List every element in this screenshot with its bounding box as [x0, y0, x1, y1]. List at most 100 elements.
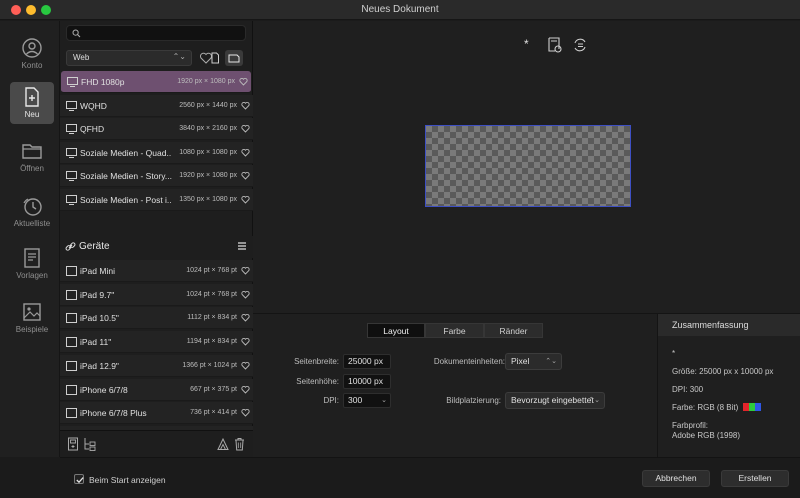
search-input[interactable]: [85, 27, 240, 39]
preset-row[interactable]: iPad 9.7" 1024 pt × 768 pt: [60, 283, 253, 306]
preset-row[interactable]: QFHD 3840 px × 2160 px: [60, 118, 253, 140]
tablet-icon: [66, 384, 77, 395]
new-document-icon: [25, 87, 39, 107]
monitor-icon: [67, 77, 78, 87]
preset-name: QFHD: [80, 124, 105, 134]
favorite-heart-icon[interactable]: [241, 361, 250, 370]
preset-panel: Web ⌃⌄ FHD 1080p 1920 px × 1080 px WQHD 256…: [60, 21, 253, 457]
favorite-heart-icon[interactable]: [239, 77, 248, 86]
favorite-heart-icon[interactable]: [241, 408, 250, 417]
bottom-bar: Beim Start anzeigen Abbrechen Erstellen: [60, 457, 800, 498]
favorite-heart-icon[interactable]: [241, 171, 250, 180]
preset-row[interactable]: Soziale Medien - Story... 1920 px × 1080 …: [60, 165, 253, 187]
preset-row[interactable]: FHD 1080p 1920 px × 1080 px: [61, 71, 251, 93]
summary-panel: Zusammenfassung * Größe: 25000 px x 1000…: [657, 313, 800, 457]
checkmark-icon: [76, 477, 84, 484]
rail-item-vorlagen[interactable]: Vorlagen: [10, 243, 54, 285]
edit-preset-icon[interactable]: [217, 437, 230, 451]
rail-label-neu: Neu: [24, 110, 40, 119]
favorite-heart-icon[interactable]: [241, 313, 250, 323]
preset-row[interactable]: Soziale Medien - Quad... 1080 px × 1080 p…: [60, 141, 253, 164]
blue-channel-swatch: [755, 403, 761, 411]
save-preset-icon[interactable]: [67, 437, 79, 451]
landscape-orientation-button[interactable]: [225, 50, 243, 66]
rail-item-neu[interactable]: Neu: [10, 82, 54, 124]
favorite-heart-icon[interactable]: [241, 266, 250, 275]
tab-layout[interactable]: Layout: [367, 323, 425, 338]
create-button[interactable]: Erstellen: [721, 470, 789, 487]
preset-size: 1366 pt × 1024 pt: [182, 361, 237, 369]
tab-raender[interactable]: Ränder: [484, 323, 543, 338]
document-units-select[interactable]: Pixel ⌃⌄: [505, 353, 562, 370]
document-settings: Layout Farbe Ränder Seitenbreite: 25000 …: [253, 313, 657, 457]
summary-marker: *: [672, 349, 676, 358]
preset-row[interactable]: iPad 10.5" 1112 pt × 834 pt: [60, 307, 253, 330]
preset-row[interactable]: iPad 11" 1194 pt × 834 pt: [60, 331, 253, 354]
summary-color: Farbe: RGB (8 Bit): [672, 403, 739, 412]
rail-item-oeffnen[interactable]: Öffnen: [10, 136, 54, 178]
updown-arrows-icon: ⌃⌄: [545, 358, 557, 365]
preset-size: 3840 px × 2160 px: [179, 125, 237, 132]
window-title: Neues Dokument: [361, 4, 439, 15]
trash-icon[interactable]: [234, 437, 245, 451]
updown-arrows-icon: ⌃⌄: [588, 397, 600, 404]
portrait-icon: [211, 52, 219, 64]
preset-row[interactable]: WQHD 2560 px × 1440 px: [60, 94, 253, 117]
cancel-button[interactable]: Abbrechen: [642, 470, 710, 487]
favorite-heart-icon[interactable]: [241, 385, 250, 394]
tablet-icon: [66, 289, 77, 300]
summary-dpi: DPI: 300: [672, 385, 704, 394]
devices-group-header[interactable]: Geräte: [60, 236, 253, 258]
preset-size: 667 pt × 375 pt: [190, 385, 237, 393]
favorite-heart-icon[interactable]: [241, 101, 250, 110]
favorite-heart-icon[interactable]: [241, 195, 250, 204]
document-settings-icon[interactable]: [548, 37, 562, 53]
tab-farbe[interactable]: Farbe: [425, 323, 484, 338]
folder-icon: [22, 144, 42, 159]
category-value: Web: [73, 53, 90, 62]
rail-item-aktuelliste[interactable]: Aktuelliste: [10, 191, 54, 233]
show-on-start-checkbox[interactable]: [74, 474, 84, 484]
preset-row[interactable]: iPhone 6/7/8 667 pt × 375 pt: [60, 378, 253, 401]
favorite-heart-icon[interactable]: [241, 290, 250, 299]
preset-size: 1920 px × 1080 px: [179, 172, 237, 179]
preset-row[interactable]: iPad 12.9" 1366 pt × 1024 pt: [60, 354, 253, 377]
preset-size: 1024 pt × 768 pt: [186, 267, 237, 274]
rail-label-oeffnen: Öffnen: [20, 164, 44, 173]
preset-size: 1350 px × 1080 px: [179, 195, 237, 203]
page-height-field[interactable]: 10000 px: [343, 374, 391, 389]
portrait-orientation-button[interactable]: [206, 50, 224, 66]
dpi-value: 300: [348, 395, 363, 405]
updown-arrows-icon: ⌃⌄: [172, 52, 186, 61]
preset-panel-footer: [60, 430, 253, 457]
page-width-field[interactable]: 25000 px: [343, 354, 391, 369]
menu-icon[interactable]: [237, 241, 247, 251]
monitor-icon: [66, 124, 77, 134]
new-group-icon[interactable]: [83, 437, 97, 451]
preset-name: iPhone 6/7/8 Plus: [80, 408, 147, 419]
tablet-icon: [66, 360, 77, 371]
rail-item-beispiele[interactable]: Beispiele: [10, 297, 54, 339]
preset-row[interactable]: Soziale Medien - Post i... 1350 px × 1080…: [60, 188, 253, 211]
favorite-heart-icon[interactable]: [241, 124, 250, 133]
rail-item-konto[interactable]: Konto: [10, 33, 54, 75]
dpi-field[interactable]: 300 ⌄: [343, 393, 391, 408]
search-icon: [72, 29, 81, 38]
preset-size: 1112 pt × 834 pt: [187, 314, 237, 322]
image-icon: [23, 303, 41, 321]
swap-orientation-icon[interactable]: [572, 37, 588, 53]
show-on-start-label: Beim Start anzeigen: [89, 475, 166, 485]
preset-row[interactable]: iPad Mini 1024 pt × 768 pt: [60, 260, 253, 282]
favorite-heart-icon[interactable]: [241, 337, 250, 346]
preset-name: FHD 1080p: [81, 77, 125, 87]
preset-name: iPad Mini: [80, 266, 115, 276]
clock-icon: [23, 198, 42, 216]
image-placement-select[interactable]: Bevorzugt eingebettet ⌃⌄: [505, 392, 605, 409]
tablet-icon: [66, 313, 77, 324]
favorite-heart-icon[interactable]: [241, 148, 250, 157]
devices-group-title: Geräte: [79, 241, 110, 252]
category-select[interactable]: Web ⌃⌄: [66, 50, 192, 66]
preset-row[interactable]: iPhone 6/7/8 Plus 736 pt × 414 pt: [60, 402, 253, 425]
preset-search[interactable]: [66, 25, 246, 41]
preview-marker: *: [524, 37, 529, 51]
